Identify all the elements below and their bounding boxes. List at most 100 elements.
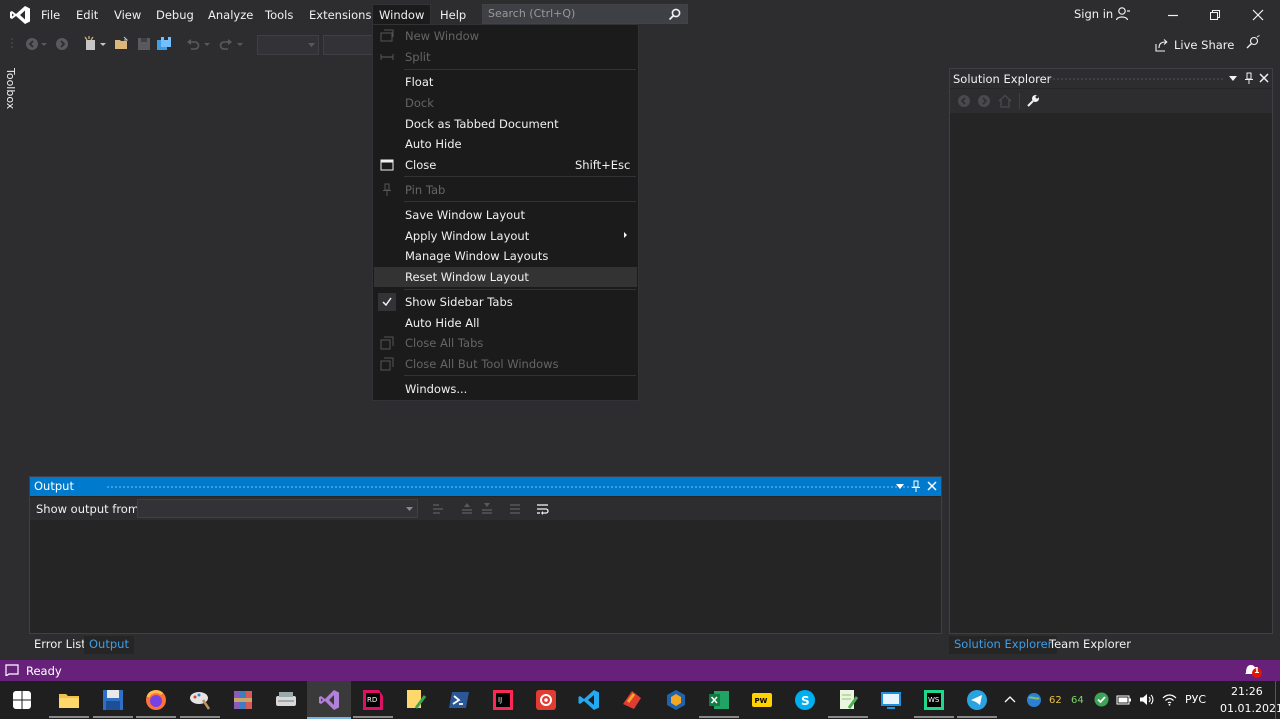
search-input[interactable]: Search (Ctrl+Q) [482,4,688,24]
pin-icon[interactable] [911,480,921,492]
output-source-select[interactable] [137,499,418,518]
output-text-area[interactable] [30,521,941,633]
pw-app-icon[interactable]: PW [750,688,774,712]
wifi-icon[interactable] [1162,693,1177,706]
tab-team-explorer[interactable]: Team Explorer [1044,636,1136,654]
back-dropdown-icon[interactable] [40,36,48,52]
menu-file[interactable]: File [35,5,66,25]
tab-error-list[interactable]: Error List [29,636,91,654]
open-file-icon[interactable] [114,36,130,52]
window-position-dropdown-icon[interactable] [896,484,904,489]
show-desktop-button[interactable] [1275,681,1280,719]
close-button[interactable] [1249,6,1267,24]
user-icon[interactable] [1115,6,1131,22]
menu-edit[interactable]: Edit [70,5,104,25]
remote-desktop-icon[interactable] [879,688,903,712]
show-hidden-icons-chevron-icon[interactable] [1004,695,1016,703]
paint-app-icon[interactable] [188,688,212,712]
back-icon[interactable] [957,94,971,108]
sign-in-link[interactable]: Sign in [1074,7,1113,21]
new-project-icon[interactable] [83,36,99,52]
forward-icon[interactable] [977,94,991,108]
home-icon[interactable] [998,94,1012,108]
tab-solution-explorer[interactable]: Solution Explorer [949,636,1058,654]
solution-platform-combo[interactable] [323,35,373,55]
toolbox-side-tab[interactable]: Toolbox [0,62,22,132]
menu-view[interactable]: View [108,5,147,25]
menu-item-split[interactable]: Split [374,47,637,67]
output-title-bar[interactable]: Output [30,477,941,496]
file-explorer-icon[interactable] [57,688,81,712]
toolbar-grip-icon[interactable] [10,36,16,52]
rider-icon[interactable]: RD [361,688,385,712]
solution-configuration-combo[interactable] [257,35,319,55]
input-language-indicator[interactable]: РУС [1185,693,1206,706]
menu-item-close-all-tabs[interactable]: Close All Tabs [374,333,637,353]
archive-app-icon[interactable] [231,688,255,712]
go-to-next-message-icon[interactable] [480,502,494,516]
scanner-app-icon[interactable] [274,688,298,712]
security-check-icon[interactable] [1094,692,1109,707]
menu-tools[interactable]: Tools [259,5,299,25]
menu-item-new-window[interactable]: New Window [374,26,637,46]
restore-button[interactable] [1206,6,1224,24]
vscode-icon[interactable] [577,688,601,712]
intellij-idea-icon[interactable]: IJ [491,688,515,712]
clock-date[interactable]: 01.01.2021 [1220,702,1280,715]
minimize-button[interactable] [1164,6,1182,24]
clion-icon[interactable] [620,688,644,712]
notes-app-icon[interactable] [404,688,428,712]
undo-icon[interactable] [185,36,201,52]
windows-start-icon[interactable] [13,691,31,709]
menu-item-auto-hide[interactable]: Auto Hide [374,134,637,154]
undo-dropdown-icon[interactable] [203,36,211,52]
battery-icon[interactable] [1116,693,1132,706]
redo-dropdown-icon[interactable] [236,36,244,52]
menu-item-dock-as-tabbed-document[interactable]: Dock as Tabbed Document [374,114,637,134]
go-to-previous-message-icon[interactable] [460,502,474,516]
settings-gear-app-icon[interactable] [534,688,558,712]
excel-icon[interactable] [707,688,731,712]
navigate-forward-icon[interactable] [54,36,70,52]
save-app-icon[interactable] [101,688,125,712]
live-share-icon[interactable] [1154,38,1168,52]
visual-studio-taskbar-icon[interactable] [317,688,341,712]
menu-extensions[interactable]: Extensions [303,5,377,25]
powershell-icon[interactable] [447,688,471,712]
menu-analyze[interactable]: Analyze [202,5,259,25]
toggle-word-wrap-icon[interactable] [536,502,550,516]
tab-output[interactable]: Output [84,636,134,654]
feedback-icon[interactable] [1245,35,1261,51]
close-icon[interactable] [1259,73,1269,83]
save-icon[interactable] [136,36,152,52]
menu-help[interactable]: Help [434,5,472,25]
menu-item-show-sidebar-tabs[interactable]: Show Sidebar Tabs [374,292,637,312]
solution-explorer-tree[interactable] [950,114,1272,633]
properties-wrench-icon[interactable] [1026,94,1040,108]
menu-item-close[interactable]: Close Shift+Esc [374,155,637,175]
solution-explorer-title-bar[interactable]: Solution Explorer [950,69,1272,88]
menu-item-apply-window-layout[interactable]: Apply Window Layout [374,226,637,246]
live-share-button[interactable]: Live Share [1174,38,1234,52]
menu-item-manage-window-layouts[interactable]: Manage Window Layouts [374,246,637,266]
menu-item-auto-hide-all[interactable]: Auto Hide All [374,313,637,333]
network-globe-icon[interactable] [1026,692,1042,708]
telegram-icon[interactable] [965,688,989,712]
window-position-dropdown-icon[interactable] [1229,76,1237,81]
volume-icon[interactable] [1139,693,1154,706]
new-project-dropdown-icon[interactable] [99,36,107,52]
notepad-plus-icon[interactable] [836,688,860,712]
clock-time[interactable]: 21:26 [1231,685,1263,698]
virtualbox-icon[interactable] [664,688,688,712]
clear-all-icon[interactable] [508,502,522,516]
notifications-bell-icon[interactable] [1243,662,1263,680]
pin-icon[interactable] [1244,72,1254,84]
firefox-icon[interactable] [144,688,168,712]
webstorm-icon[interactable]: WS [922,688,946,712]
menu-item-dock[interactable]: Dock [374,93,637,113]
menu-item-close-all-but-tool-windows[interactable]: Close All But Tool Windows [374,354,637,374]
menu-item-save-window-layout[interactable]: Save Window Layout [374,205,637,225]
menu-item-pin-tab[interactable]: Pin Tab [374,180,637,200]
menu-item-reset-window-layout[interactable]: Reset Window Layout [374,267,637,287]
save-all-icon[interactable] [156,36,172,52]
